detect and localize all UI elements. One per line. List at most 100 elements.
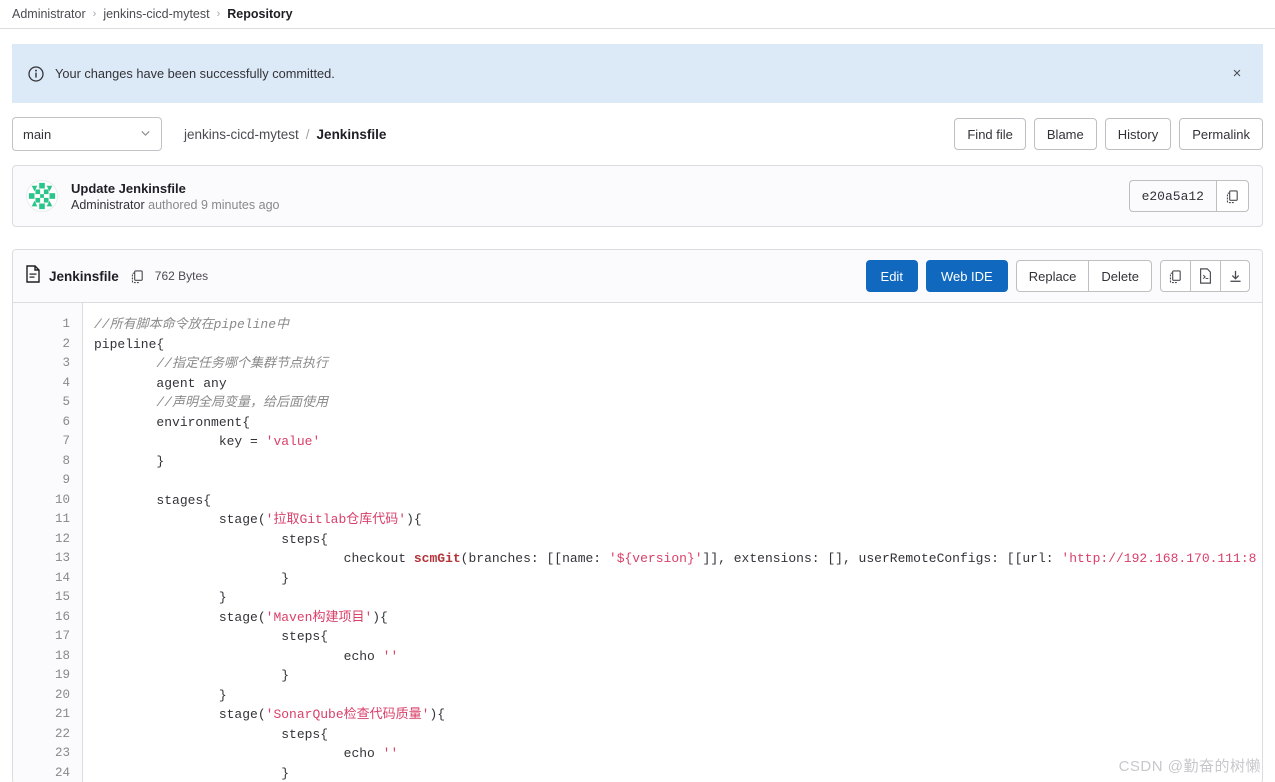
path-repo-link[interactable]: jenkins-cicd-mytest: [184, 127, 299, 142]
code-line: }: [94, 590, 227, 605]
line-number[interactable]: 11: [13, 510, 82, 530]
line-number[interactable]: 20: [13, 686, 82, 706]
line-number[interactable]: 13: [13, 549, 82, 569]
code-line: steps{: [94, 629, 329, 644]
code-line: stage('拉取Gitlab仓库代码'){: [94, 512, 422, 527]
breadcrumb-separator-icon: ›: [216, 8, 221, 20]
edit-button[interactable]: Edit: [865, 260, 918, 292]
code-line: }: [94, 668, 290, 683]
chevron-down-icon: [140, 127, 151, 142]
file-size: 762 Bytes: [154, 269, 209, 283]
code-line: }: [94, 687, 227, 703]
code-line: echo '': [94, 648, 399, 664]
line-number[interactable]: 1: [13, 315, 82, 335]
line-number[interactable]: 16: [13, 608, 82, 628]
line-number[interactable]: 6: [13, 413, 82, 433]
code-line: checkout scmGit(branches: [[name: '${ver…: [94, 551, 1257, 566]
line-number[interactable]: 18: [13, 647, 82, 667]
branch-selector-value: main: [23, 126, 52, 142]
line-number[interactable]: 14: [13, 569, 82, 589]
line-number[interactable]: 2: [13, 335, 82, 355]
download-icon[interactable]: [1220, 260, 1250, 292]
line-number[interactable]: 19: [13, 666, 82, 686]
copy-icon[interactable]: [130, 269, 145, 284]
line-number[interactable]: 4: [13, 374, 82, 394]
file-path-breadcrumb: jenkins-cicd-mytest / Jenkinsfile: [184, 127, 386, 142]
line-number[interactable]: 10: [13, 491, 82, 511]
line-number[interactable]: 24: [13, 764, 82, 782]
commit-sha[interactable]: e20a5a12: [1128, 180, 1216, 212]
line-number[interactable]: 8: [13, 452, 82, 472]
breadcrumb-item-project[interactable]: jenkins-cicd-mytest: [103, 7, 209, 21]
line-number[interactable]: 9: [13, 471, 82, 491]
branch-selector[interactable]: main: [12, 117, 162, 151]
code-line: echo '': [94, 746, 399, 761]
code-line: //所有脚本命令放在pipeline中: [94, 317, 290, 332]
line-number-gutter: 1 2 3 4 5 6 7 8 9 10 11 12 13 14 15 16 17 18 19 20 21 22 23 24: [13, 303, 83, 782]
repository-actions: Find file Blame History Permalink: [954, 118, 1263, 150]
code-line: steps{: [94, 726, 329, 742]
file-icon: [25, 264, 41, 288]
code-line: environment{: [94, 414, 251, 430]
code-line: }: [94, 765, 290, 781]
code-line: }: [94, 570, 290, 586]
raw-file-icon[interactable]: [1190, 260, 1220, 292]
breadcrumb: Administrator › jenkins-cicd-mytest › Re…: [0, 0, 1275, 29]
find-file-button[interactable]: Find file: [954, 118, 1026, 150]
path-separator: /: [305, 126, 310, 142]
code-content[interactable]: //所有脚本命令放在pipeline中 pipeline{ //指定任务哪个集群节…: [83, 303, 1262, 782]
close-icon[interactable]: ×: [1229, 66, 1245, 82]
avatar[interactable]: [26, 180, 58, 212]
replace-button[interactable]: Replace: [1015, 260, 1089, 292]
repository-toolbar: main jenkins-cicd-mytest / Jenkinsfile F…: [12, 103, 1263, 165]
code-line: stage('Maven构建项目'){: [94, 609, 388, 625]
copy-icon[interactable]: [1216, 180, 1249, 212]
delete-button[interactable]: Delete: [1088, 260, 1152, 292]
info-circle-icon: [28, 65, 44, 82]
code-line: }: [94, 453, 165, 469]
file-name: Jenkinsfile: [49, 268, 119, 284]
line-number[interactable]: 3: [13, 354, 82, 374]
line-number[interactable]: 21: [13, 705, 82, 725]
line-number[interactable]: 12: [13, 530, 82, 550]
line-number[interactable]: 22: [13, 725, 82, 745]
code-line: steps{: [94, 531, 329, 547]
commit-sha-group: e20a5a12: [1128, 180, 1249, 212]
breadcrumb-item-administrator[interactable]: Administrator: [12, 7, 86, 21]
last-commit-card: Update Jenkinsfile Administrator authore…: [12, 165, 1263, 227]
line-number[interactable]: 15: [13, 588, 82, 608]
breadcrumb-separator-icon: ›: [92, 8, 97, 20]
code-line: agent any: [94, 375, 227, 391]
file-icon-button-group: [1160, 260, 1250, 292]
line-number[interactable]: 23: [13, 744, 82, 764]
commit-author[interactable]: Administrator: [71, 198, 145, 212]
commit-time: authored 9 minutes ago: [148, 197, 280, 212]
file-header: Jenkinsfile 762 Bytes Edit Web IDE Repla…: [13, 250, 1262, 303]
file-modify-button-group: Replace Delete: [1015, 260, 1152, 292]
code-viewer: 1 2 3 4 5 6 7 8 9 10 11 12 13 14 15 16 17 18 19 20 21 22 23 24 …: [13, 303, 1262, 782]
file-actions: Edit Web IDE Replace Delete: [865, 260, 1250, 292]
code-line: //声明全局变量，给后面使用: [156, 395, 329, 410]
code-line: stages{: [94, 492, 212, 508]
commit-meta: Update Jenkinsfile Administrator authore…: [71, 181, 279, 212]
file-viewer: Jenkinsfile 762 Bytes Edit Web IDE Repla…: [12, 249, 1263, 782]
commit-authored: Administrator authored 9 minutes ago: [71, 198, 279, 212]
success-alert: Your changes have been successfully comm…: [12, 44, 1263, 103]
permalink-button[interactable]: Permalink: [1179, 118, 1263, 150]
line-number[interactable]: 5: [13, 393, 82, 413]
path-file-name: Jenkinsfile: [316, 126, 387, 142]
code-line: key = 'value': [94, 434, 321, 449]
history-button[interactable]: History: [1104, 118, 1172, 150]
copy-contents-button[interactable]: [1160, 260, 1190, 292]
blame-button[interactable]: Blame: [1033, 118, 1097, 150]
commit-title[interactable]: Update Jenkinsfile: [71, 181, 279, 196]
web-ide-button[interactable]: Web IDE: [925, 260, 1008, 292]
code-line: stage('SonarQube检查代码质量'){: [94, 707, 446, 722]
line-number[interactable]: 17: [13, 627, 82, 647]
line-number[interactable]: 7: [13, 432, 82, 452]
breadcrumb-item-repository[interactable]: Repository: [227, 7, 292, 21]
code-line: //指定任务哪个集群节点执行: [156, 356, 329, 371]
code-line: pipeline{: [94, 336, 165, 352]
watermark: CSDN @勤奋的树懒: [1118, 758, 1261, 775]
